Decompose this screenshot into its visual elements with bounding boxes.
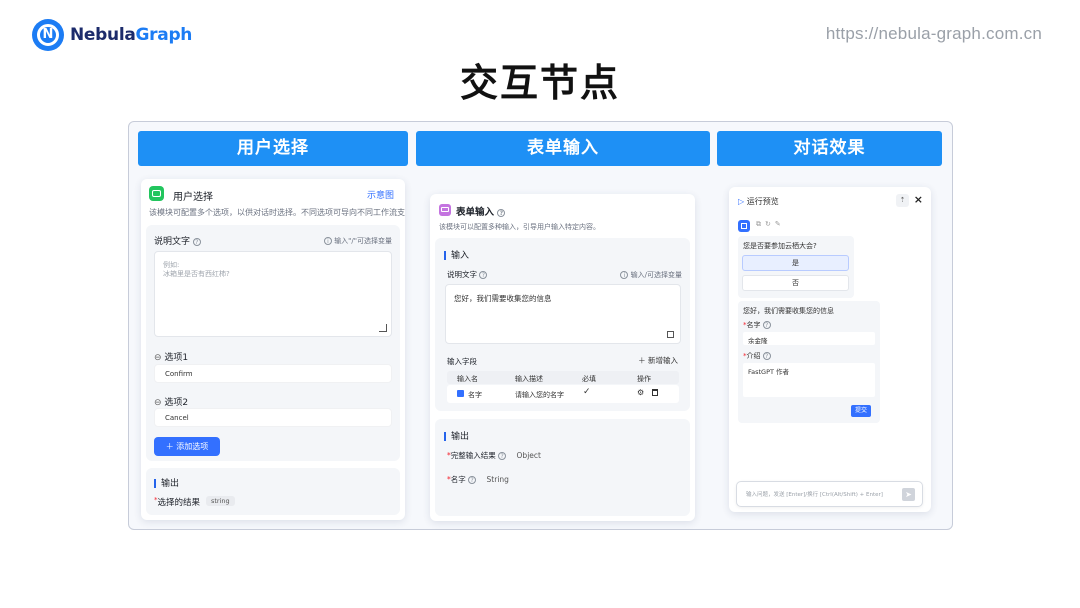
send-icon[interactable]: ➤ bbox=[902, 488, 915, 501]
option1-label: ⊖ 选项1 bbox=[154, 353, 189, 363]
add-field-button[interactable]: ＋ 新增输入 bbox=[638, 355, 678, 366]
help-icon: ? bbox=[479, 271, 488, 279]
output-field: *选择的结果 bbox=[154, 496, 201, 508]
field-label: 说明文字 ? bbox=[447, 269, 488, 280]
output2-field: *名字 ? String bbox=[447, 475, 509, 484]
header-actions: 操作 bbox=[637, 375, 651, 383]
variable-hint: i 输入"/"可选择变量 bbox=[323, 236, 392, 246]
output1-field: *完整输入结果 ? Object bbox=[447, 451, 541, 460]
node-title: 表单输入 ? bbox=[456, 204, 506, 218]
pin-icon[interactable]: ⇡ bbox=[896, 194, 909, 207]
input-section: 说明文字 ? i 输入"/"可选择变量 例如: 冰箱里是否有西红柿? ⊖ 选项1… bbox=[146, 225, 400, 461]
option-yes-button[interactable]: 是 bbox=[742, 255, 849, 271]
play-icon: ▷ bbox=[738, 197, 745, 206]
info-icon: i bbox=[323, 237, 332, 245]
output-title: 输出 bbox=[154, 476, 179, 489]
form-node-icon bbox=[439, 204, 451, 216]
nebula-logo-icon: N bbox=[32, 19, 64, 51]
section-bar bbox=[444, 251, 446, 260]
chat-input[interactable]: 输入问题，发送 [Enter]/换行 [Ctrl(Alt/Shift) + En… bbox=[736, 481, 923, 507]
site-url[interactable]: https://nebula-graph.com.cn bbox=[826, 24, 1042, 44]
help-icon: ? bbox=[498, 452, 507, 460]
remove-circle-icon[interactable]: ⊖ bbox=[154, 398, 162, 408]
plus-icon: ＋ bbox=[638, 356, 646, 365]
column-header-form-input: 表单输入 bbox=[416, 131, 710, 166]
help-icon: ? bbox=[468, 476, 477, 484]
demo-link[interactable]: 示意图 bbox=[367, 188, 394, 201]
brand-name: NebulaGraph bbox=[70, 25, 193, 45]
user-select-node[interactable]: 用户选择 示意图 该模块可配置多个选项，以供对话时选择。不同选项可导向不同工作流… bbox=[141, 179, 405, 520]
option2-label: ⊖ 选项2 bbox=[154, 398, 189, 408]
page-title: 交互节点 bbox=[459, 61, 620, 105]
help-icon: ? bbox=[192, 237, 201, 246]
form-message-bubble: 您好，我们需要收集您的信息 *名字 ? 余金隆 *介绍 ? FastGPT 作者… bbox=[738, 301, 880, 423]
help-icon: ? bbox=[762, 352, 771, 360]
fields-table-header: 输入名 输入描述 必填 操作 bbox=[447, 371, 679, 384]
field2-label: *介绍 ? bbox=[743, 351, 771, 361]
help-icon: ? bbox=[762, 321, 771, 329]
header-desc: 输入描述 bbox=[515, 375, 543, 383]
output-title: 输出 bbox=[444, 429, 469, 442]
preview-title: ▷ 运行预览 bbox=[738, 197, 779, 206]
plus-icon: ＋ bbox=[165, 442, 174, 451]
field1-input[interactable]: 余金隆 bbox=[743, 332, 875, 345]
input-section-title: 输入 bbox=[444, 248, 469, 261]
output-section: 输出 *完整输入结果 ? Object *名字 ? String bbox=[435, 419, 690, 516]
check-icon: ✓ bbox=[583, 387, 591, 397]
description-textarea[interactable]: 您好，我们需要收集您的信息 bbox=[445, 284, 681, 344]
message-action-icons[interactable]: ⧉↻✎ bbox=[756, 220, 785, 229]
section-bar bbox=[444, 432, 446, 441]
user-select-node-icon bbox=[149, 186, 164, 201]
option1-input[interactable]: Confirm bbox=[154, 364, 392, 383]
bot-message-bubble: 您是否要参加云栖大会? 是 否 bbox=[738, 236, 854, 298]
option2-input[interactable]: Cancel bbox=[154, 408, 392, 427]
nebula-graph-logo: N NebulaGraph bbox=[32, 18, 192, 52]
variable-hint: i 输入/可选择变量 bbox=[620, 270, 682, 280]
help-icon: ? bbox=[497, 208, 506, 217]
description-textarea[interactable]: 例如: 冰箱里是否有西红柿? bbox=[154, 251, 392, 337]
delete-icon[interactable] bbox=[652, 389, 658, 396]
bot-avatar-icon bbox=[738, 220, 750, 232]
info-icon: i bbox=[620, 271, 629, 279]
field-type-icon bbox=[457, 390, 464, 397]
settings-icon[interactable]: ⚙ bbox=[637, 388, 644, 397]
input-section: 输入 说明文字 ? i 输入/可选择变量 您好，我们需要收集您的信息 输入字段 … bbox=[435, 238, 690, 411]
expand-icon[interactable] bbox=[379, 324, 387, 332]
output-section: 输出 *选择的结果 string bbox=[146, 468, 400, 515]
close-icon[interactable]: × bbox=[914, 193, 923, 206]
table-row[interactable]: 名字 请输入您的名字 ✓ ⚙ bbox=[447, 385, 679, 403]
fields-label: 输入字段 bbox=[447, 357, 477, 366]
header-name: 输入名 bbox=[457, 375, 478, 383]
node-title: 用户选择 bbox=[173, 192, 213, 203]
submit-button[interactable]: 提交 bbox=[851, 405, 871, 417]
node-description: 该模块可配置多个选项，以供对话时选择。不同选项可导向不同工作流支线 bbox=[149, 208, 405, 217]
remove-circle-icon[interactable]: ⊖ bbox=[154, 353, 162, 363]
field1-label: *名字 ? bbox=[743, 320, 771, 330]
column-header-chat-preview: 对话效果 bbox=[717, 131, 942, 166]
field2-textarea[interactable]: FastGPT 作者 bbox=[743, 363, 875, 397]
chat-preview-panel: ▷ 运行预览 ⇡ × ⧉↻✎ 您是否要参加云栖大会? 是 否 您好，我们需要收集… bbox=[729, 187, 931, 512]
fullscreen-icon[interactable] bbox=[667, 331, 674, 338]
field-label: 说明文字 ? bbox=[154, 234, 201, 247]
node-description: 该模块可以配置多种输入，引导用户输入特定内容。 bbox=[439, 223, 600, 231]
add-option-button[interactable]: ＋ 添加选项 bbox=[154, 437, 220, 456]
form-input-node[interactable]: 表单输入 ? 该模块可以配置多种输入，引导用户输入特定内容。 输入 说明文字 ?… bbox=[430, 194, 695, 521]
option-no-button[interactable]: 否 bbox=[742, 275, 849, 291]
output-type-badge: string bbox=[206, 496, 235, 506]
header-required: 必填 bbox=[582, 375, 596, 383]
column-header-user-select: 用户选择 bbox=[138, 131, 408, 166]
section-bar bbox=[154, 479, 156, 488]
